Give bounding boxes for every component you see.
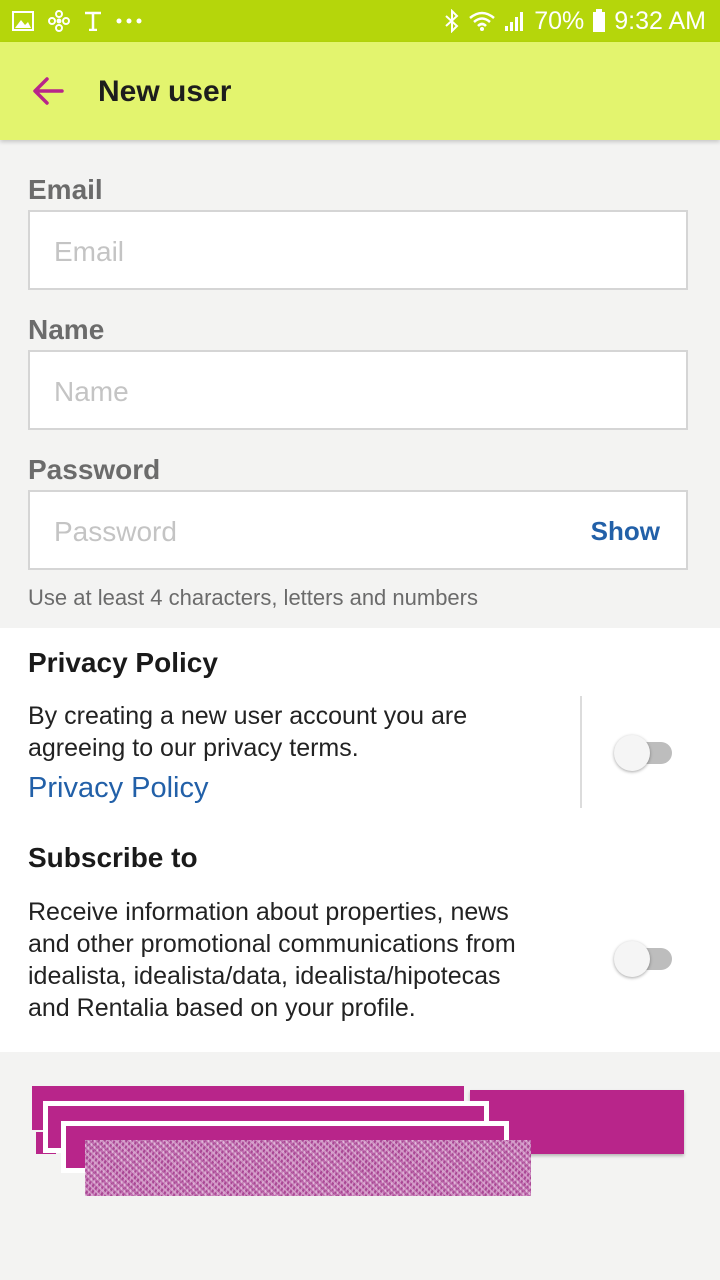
wifi-icon [469,11,496,31]
button-noise [85,1140,531,1196]
more-icon [116,18,142,24]
subscribe-text-line-4: and Rentalia based on your profile. [28,994,416,1022]
password-hint: Use at least 4 characters, letters and n… [28,585,478,610]
privacy-toggle[interactable] [614,733,674,773]
privacy-text-line-2: agreeing to our privacy terms. [28,734,359,762]
password-input[interactable] [52,492,596,572]
back-button[interactable] [28,70,70,112]
clock: 9:32 AM [614,7,706,35]
divider [580,696,582,808]
subscribe-title: Subscribe to [28,842,198,873]
privacy-text-line-1: By creating a new user account you are [28,702,468,730]
status-bar-left [12,8,142,34]
gallery-icon [12,11,34,31]
status-bar: 70% 9:32 AM [0,0,720,42]
consent-section: Privacy Policy By creating a new user ac… [0,628,720,1052]
battery-icon [593,9,606,32]
subscribe-text-line-2: and other promotional communications fro… [28,930,516,958]
create-account-button[interactable] [0,1080,720,1210]
toggle-thumb [614,941,650,977]
email-field-box [28,210,688,292]
name-field-box [28,350,688,432]
password-label: Password [28,454,161,485]
battery-percent: 70% [534,7,585,35]
toolbar: New user [0,42,720,140]
email-label: Email [28,174,103,205]
privacy-policy-link[interactable]: Privacy Policy [28,770,209,806]
subscribe-toggle[interactable] [614,939,674,979]
fan-icon [48,10,70,32]
arrow-back-icon [33,77,64,105]
subscribe-text-line-1: Receive information about properties, ne… [28,898,509,926]
password-field-box: Show [28,490,688,572]
page-title: New user [98,75,232,108]
bluetooth-icon [445,9,459,33]
signal-icon [505,12,524,31]
email-input[interactable] [52,212,596,292]
show-password-button[interactable]: Show [591,516,660,546]
privacy-title: Privacy Policy [28,647,218,678]
name-input[interactable] [52,352,596,432]
status-bar-right: 70% 9:32 AM [444,6,706,36]
toggle-thumb [614,735,650,771]
t-icon [85,11,101,31]
name-label: Name [28,314,105,345]
subscribe-text-line-3: idealista, idealista/data, idealista/hip… [28,962,501,990]
